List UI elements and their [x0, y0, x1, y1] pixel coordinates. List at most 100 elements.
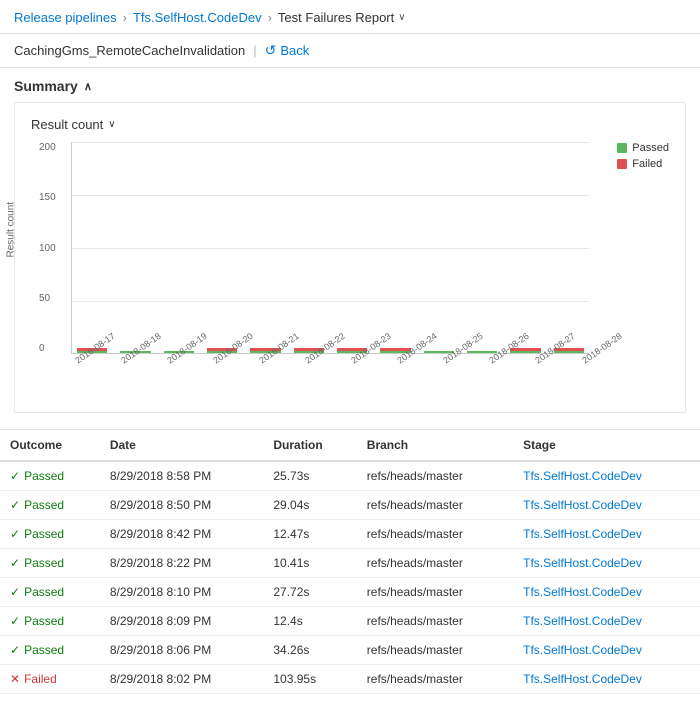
- bar-group: [419, 142, 459, 353]
- bar-group: [159, 142, 199, 353]
- duration-cell: 10.41s: [263, 549, 356, 578]
- summary-label: Summary: [14, 78, 78, 94]
- bar-group: [549, 142, 589, 353]
- breadcrumb-sep-1: ›: [123, 10, 127, 25]
- stage-link[interactable]: Tfs.SelfHost.CodeDev: [523, 527, 642, 541]
- table-row: ✓ Passed 8/29/2018 8:50 PM29.04srefs/head…: [0, 491, 700, 520]
- bar-group: [115, 142, 155, 353]
- check-icon: ✓: [10, 527, 20, 541]
- breadcrumb-dropdown-icon[interactable]: ∨: [398, 12, 405, 23]
- bar-group: [332, 142, 372, 353]
- check-icon: ✓: [10, 498, 20, 512]
- branch-cell: refs/heads/master: [357, 665, 513, 694]
- outcome-passed: ✓ Passed: [10, 556, 90, 570]
- stage-link[interactable]: Tfs.SelfHost.CodeDev: [523, 614, 642, 628]
- breadcrumb-release-pipelines[interactable]: Release pipelines: [14, 10, 117, 25]
- duration-cell: 34.26s: [263, 636, 356, 665]
- col-duration: Duration: [263, 430, 356, 461]
- chart-title[interactable]: Result count ∨: [31, 117, 669, 132]
- check-icon: ✓: [10, 469, 20, 483]
- bar-group: [72, 142, 112, 353]
- result-count-chart: Result count ∨ Passed Failed Result coun…: [14, 102, 686, 413]
- duration-cell: 27.72s: [263, 578, 356, 607]
- table-row: ✓ Passed 8/29/2018 8:22 PM10.41srefs/head…: [0, 549, 700, 578]
- table-row: ✕ Failed 8/29/2018 8:02 PM103.95srefs/hea…: [0, 665, 700, 694]
- outcome-passed: ✓ Passed: [10, 469, 90, 483]
- stage-link[interactable]: Tfs.SelfHost.CodeDev: [523, 585, 642, 599]
- outcome-failed: ✕ Failed: [10, 672, 90, 686]
- breadcrumb-report-name: Test Failures Report: [278, 10, 394, 25]
- y-tick-0: 0: [39, 343, 56, 354]
- table-header-row: Outcome Date Duration Branch Stage: [0, 430, 700, 461]
- sub-header-sep: |: [253, 43, 256, 58]
- col-branch: Branch: [357, 430, 513, 461]
- duration-cell: 25.73s: [263, 461, 356, 491]
- duration-cell: 103.95s: [263, 665, 356, 694]
- outcome-passed: ✓ Passed: [10, 614, 90, 628]
- y-tick-150: 150: [39, 192, 56, 203]
- check-icon: ✓: [10, 643, 20, 657]
- x-axis: 2018-08-172018-08-182018-08-192018-08-20…: [71, 354, 589, 382]
- stage-link[interactable]: Tfs.SelfHost.CodeDev: [523, 643, 642, 657]
- duration-cell: 12.4s: [263, 607, 356, 636]
- summary-header[interactable]: Summary ∧: [14, 78, 686, 94]
- date-cell: 8/29/2018 8:02 PM: [100, 665, 264, 694]
- sub-header: CachingGms_RemoteCacheInvalidation | ↺ B…: [0, 34, 700, 68]
- bar-group: [375, 142, 415, 353]
- y-tick-200: 200: [39, 142, 56, 153]
- breadcrumb-bar: Release pipelines › Tfs.SelfHost.CodeDev…: [0, 0, 700, 34]
- check-icon: ✓: [10, 585, 20, 599]
- date-cell: 8/29/2018 8:09 PM: [100, 607, 264, 636]
- results-table-section: Outcome Date Duration Branch Stage ✓ Pas…: [0, 429, 700, 694]
- y-tick-100: 100: [39, 243, 56, 254]
- check-icon: ✓: [10, 556, 20, 570]
- table-body: ✓ Passed8/29/2018 8:58 PM25.73srefs/head…: [0, 461, 700, 694]
- branch-cell: refs/heads/master: [357, 549, 513, 578]
- y-tick-50: 50: [39, 293, 56, 304]
- back-icon: ↺: [265, 42, 277, 59]
- table-row: ✓ Passed 8/29/2018 8:58 PM25.73srefs/head…: [0, 461, 700, 491]
- stage-link[interactable]: Tfs.SelfHost.CodeDev: [523, 498, 642, 512]
- outcome-passed: ✓ Passed: [10, 643, 90, 657]
- bar-group: [462, 142, 502, 353]
- stage-link[interactable]: Tfs.SelfHost.CodeDev: [523, 469, 642, 483]
- table-row: ✓ Passed8/29/2018 8:42 PM12.47srefs/head…: [0, 520, 700, 549]
- date-cell: 8/29/2018 8:22 PM: [100, 549, 264, 578]
- branch-cell: refs/heads/master: [357, 461, 513, 491]
- date-cell: 8/29/2018 8:06 PM: [100, 636, 264, 665]
- duration-cell: 29.04s: [263, 491, 356, 520]
- pipeline-name-label: CachingGms_RemoteCacheInvalidation: [14, 43, 245, 58]
- stage-link[interactable]: Tfs.SelfHost.CodeDev: [523, 556, 642, 570]
- branch-cell: refs/heads/master: [357, 636, 513, 665]
- col-stage: Stage: [513, 430, 700, 461]
- summary-section: Summary ∧ Result count ∨ Passed Failed R…: [0, 68, 700, 429]
- bar-group: [289, 142, 329, 353]
- bars-container: [71, 142, 589, 354]
- branch-cell: refs/heads/master: [357, 520, 513, 549]
- x-icon: ✕: [10, 672, 20, 686]
- branch-cell: refs/heads/master: [357, 578, 513, 607]
- bar-group: [505, 142, 545, 353]
- table-row: ✓ Passed8/29/2018 8:10 PM27.72srefs/head…: [0, 578, 700, 607]
- chart-dropdown-icon: ∨: [108, 119, 115, 130]
- chart-title-label: Result count: [31, 117, 103, 132]
- col-outcome: Outcome: [0, 430, 100, 461]
- col-date: Date: [100, 430, 264, 461]
- y-axis-label: Result count: [6, 202, 17, 258]
- stage-link[interactable]: Tfs.SelfHost.CodeDev: [523, 672, 642, 686]
- results-table: Outcome Date Duration Branch Stage ✓ Pas…: [0, 430, 700, 694]
- date-cell: 8/29/2018 8:58 PM: [100, 461, 264, 491]
- bar-group: [245, 142, 285, 353]
- y-axis-ticks: 200 150 100 50 0: [39, 142, 56, 354]
- duration-cell: 12.47s: [263, 520, 356, 549]
- breadcrumb-pipeline-name[interactable]: Tfs.SelfHost.CodeDev: [133, 10, 262, 25]
- branch-cell: refs/heads/master: [357, 491, 513, 520]
- date-cell: 8/29/2018 8:50 PM: [100, 491, 264, 520]
- back-button[interactable]: ↺ Back: [265, 42, 310, 59]
- branch-cell: refs/heads/master: [357, 607, 513, 636]
- chart-inner-wrap: Result count 200 150 100: [39, 142, 669, 382]
- bar-group: [202, 142, 242, 353]
- chart-area: Passed Failed Result count: [31, 142, 669, 402]
- outcome-passed: ✓ Passed: [10, 498, 90, 512]
- table-row: ✓ Passed 8/29/2018 8:09 PM12.4srefs/heads…: [0, 607, 700, 636]
